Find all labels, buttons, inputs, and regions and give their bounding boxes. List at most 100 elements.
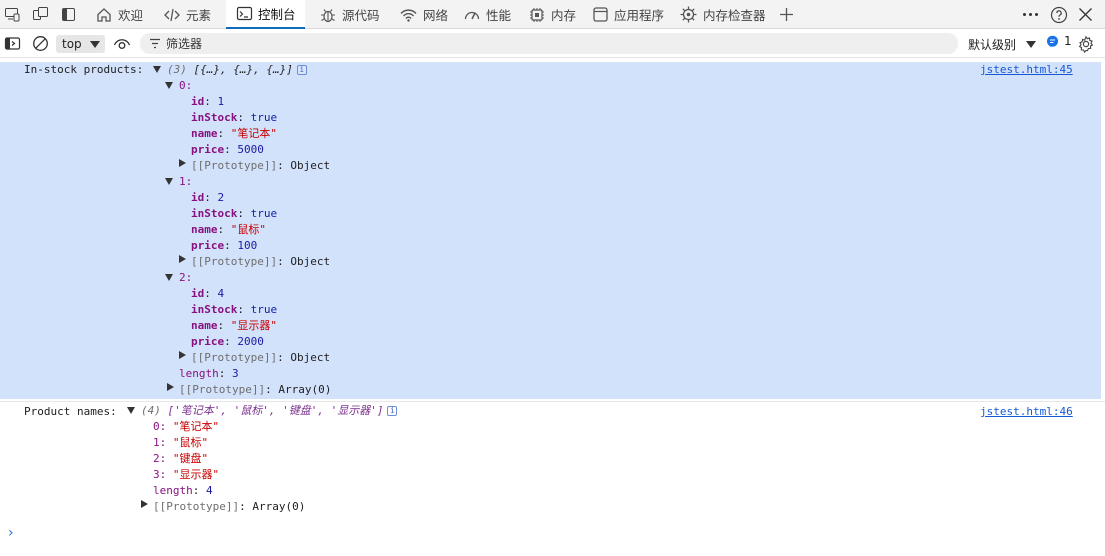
filter-box[interactable] — [140, 33, 958, 54]
device-emulation-icon[interactable] — [3, 5, 22, 24]
expand-triangle-icon[interactable] — [179, 255, 186, 263]
chevron-down-icon — [1026, 41, 1037, 48]
tab-label: 网络 — [423, 8, 449, 23]
devtools-tab-bar: 欢迎 元素 控制台 源代码 网络 性能 内存 应用程序 内存检查器 — [0, 0, 1105, 29]
log-level-label: 默认级别 — [968, 38, 1017, 52]
source-link[interactable]: jstest.html:46 — [980, 404, 1073, 420]
home-icon — [97, 7, 111, 22]
property-row: id: 4 — [191, 287, 225, 300]
array-entry: 1: "鼠标" — [153, 436, 209, 449]
console-icon — [236, 6, 253, 21]
tab-elements[interactable]: 元素 — [163, 0, 211, 29]
prototype-row[interactable]: [[Prototype]]: Object — [191, 158, 330, 174]
source-link[interactable]: jstest.html:45 — [980, 62, 1073, 78]
array-count: (3) — [167, 63, 187, 76]
tab-network[interactable]: 网络 — [399, 0, 448, 29]
prototype-row[interactable]: [[Prototype]]: Object — [191, 350, 330, 366]
clear-icon[interactable] — [31, 34, 50, 53]
tab-memory[interactable]: 内存 — [528, 0, 576, 29]
message-divider — [0, 401, 1105, 402]
chevron-down-icon — [90, 41, 100, 48]
eye-icon[interactable] — [112, 34, 131, 53]
array-count: (4) — [141, 404, 161, 417]
array-preview-text: [{…}, {…}, {…}] — [193, 63, 293, 76]
info-icon[interactable]: i — [387, 406, 398, 416]
memory-chip-icon — [530, 7, 544, 22]
property-row: name: "显示器" — [191, 319, 277, 332]
property-row: price: 5000 — [191, 143, 264, 156]
console-toolbar: top 默认级别 1 — [0, 29, 1105, 58]
console-message-label: In-stock products: — [24, 63, 144, 76]
console-message-label: Product names: — [24, 405, 117, 418]
property-row: id: 1 — [191, 95, 225, 108]
console-prompt[interactable]: › — [8, 525, 14, 541]
filter-icon — [150, 38, 160, 49]
property-row: inStock: true — [191, 111, 278, 124]
log-level-dropdown[interactable]: 默认级别 — [968, 36, 1037, 53]
expand-triangle-icon[interactable] — [165, 82, 173, 89]
context-value: top — [62, 37, 82, 51]
array-entry: 0: "笔记本" — [153, 420, 220, 433]
performance-icon — [464, 11, 480, 19]
bug-icon — [321, 8, 335, 22]
tab-label: 内存检查器 — [703, 8, 766, 23]
tab-label: 控制台 — [258, 7, 296, 22]
more-icon[interactable] — [1021, 5, 1040, 24]
expand-triangle-icon[interactable] — [165, 274, 173, 281]
info-icon[interactable]: i — [296, 65, 307, 75]
close-icon[interactable] — [1076, 5, 1095, 24]
context-selector[interactable]: top — [56, 35, 105, 53]
tab-label: 内存 — [551, 8, 577, 23]
property-row: inStock: true — [191, 207, 278, 220]
property-row: price: 100 — [191, 239, 258, 252]
prototype-row[interactable]: [[Prototype]]: Array(0) — [153, 499, 305, 515]
property-row: name: "笔记本" — [191, 127, 277, 140]
array-preview[interactable]: (4) ['笔记本', '鼠标', '键盘', '显示器'] i — [141, 403, 398, 419]
length-row: length: 3 — [179, 367, 239, 380]
tab-label: 应用程序 — [614, 8, 665, 23]
tab-performance[interactable]: 性能 — [463, 0, 511, 29]
issues-count: 1 — [1064, 34, 1072, 48]
issues-counter[interactable]: 1 — [1046, 34, 1072, 48]
property-row: inStock: true — [191, 303, 278, 316]
show-sidebar-icon[interactable] — [3, 34, 22, 53]
tab-welcome[interactable]: 欢迎 — [95, 0, 143, 29]
prototype-row[interactable]: [[Prototype]]: Object — [191, 254, 330, 270]
prototype-row[interactable]: [[Prototype]]: Array(0) — [179, 382, 331, 398]
array-entry: 2: "键盘" — [153, 452, 209, 465]
filter-input[interactable] — [166, 36, 866, 51]
tab-label: 源代码 — [342, 8, 380, 23]
tab-label: 欢迎 — [118, 8, 144, 23]
wifi-icon — [400, 8, 417, 22]
expand-triangle-icon[interactable] — [141, 500, 148, 508]
plus-icon[interactable] — [777, 5, 796, 24]
tree-key[interactable]: 2: — [179, 270, 192, 286]
tab-application[interactable]: 应用程序 — [592, 0, 664, 29]
memory-inspector-icon — [680, 6, 697, 23]
expand-triangle-icon[interactable] — [167, 383, 174, 391]
array-preview-text: ['笔记本', '鼠标', '键盘', '显示器'] — [167, 404, 384, 417]
tab-memory-inspector[interactable]: 内存检查器 — [679, 0, 766, 29]
array-preview[interactable]: (3) [{…}, {…}, {…}] i — [167, 62, 307, 78]
tab-console[interactable]: 控制台 — [226, 0, 305, 29]
console-message-selected[interactable] — [0, 62, 1101, 399]
expand-triangle-icon[interactable] — [153, 66, 161, 73]
expand-triangle-icon[interactable] — [179, 159, 186, 167]
message-icon — [1047, 35, 1058, 47]
property-row: name: "鼠标" — [191, 223, 266, 236]
expand-triangle-icon[interactable] — [127, 407, 135, 414]
property-row: id: 2 — [191, 191, 225, 204]
code-icon — [164, 8, 180, 21]
tab-label: 元素 — [186, 8, 212, 23]
sidebar-icon[interactable] — [59, 5, 78, 24]
expand-triangle-icon[interactable] — [179, 351, 186, 359]
dock-icon[interactable] — [31, 5, 50, 24]
tree-key[interactable]: 1: — [179, 174, 192, 190]
length-row: length: 4 — [153, 484, 213, 497]
gear-icon[interactable] — [1076, 34, 1095, 53]
property-row: price: 2000 — [191, 335, 264, 348]
expand-triangle-icon[interactable] — [165, 178, 173, 185]
tree-key[interactable]: 0: — [179, 78, 192, 94]
tab-sources[interactable]: 源代码 — [319, 0, 380, 29]
help-icon[interactable] — [1049, 5, 1068, 24]
